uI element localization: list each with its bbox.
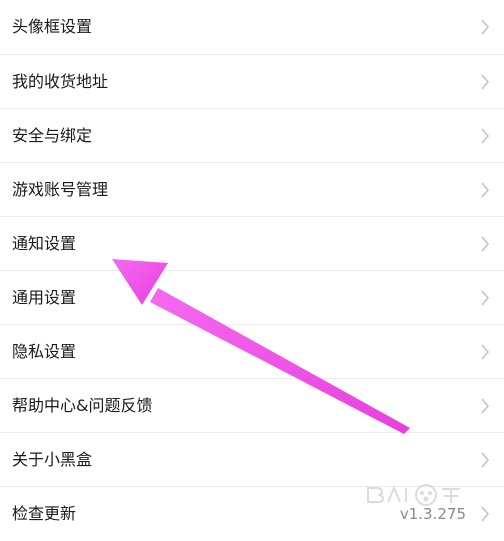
settings-list: 头像框设置 我的收货地址 安全与绑定 游戏账号管理 通知设置 通用设置 隐私设置… <box>0 0 504 541</box>
settings-item-label: 头像框设置 <box>12 17 93 36</box>
settings-item-game-accounts[interactable]: 游戏账号管理 <box>0 163 504 217</box>
settings-item-security[interactable]: 安全与绑定 <box>0 109 504 163</box>
chevron-right-icon <box>481 398 490 414</box>
chevron-right-icon <box>481 452 490 468</box>
settings-item-label: 帮助中心&问题反馈 <box>12 396 153 415</box>
settings-item-avatar-frame[interactable]: 头像框设置 <box>0 0 504 55</box>
settings-item-shipping-address[interactable]: 我的收货地址 <box>0 55 504 109</box>
watermark-logo <box>367 484 460 506</box>
chevron-right-icon <box>481 290 490 306</box>
settings-item-label: 通知设置 <box>12 234 77 253</box>
settings-item-label: 游戏账号管理 <box>12 180 109 199</box>
chevron-right-icon <box>481 506 490 522</box>
chevron-right-icon <box>481 182 490 198</box>
chevron-right-icon <box>481 344 490 360</box>
settings-item-privacy[interactable]: 隐私设置 <box>0 325 504 379</box>
chevron-right-icon <box>481 74 490 90</box>
settings-item-general[interactable]: 通用设置 <box>0 271 504 325</box>
chevron-right-icon <box>481 128 490 144</box>
settings-item-label: 检查更新 <box>12 504 77 523</box>
settings-item-label: 关于小黑盒 <box>12 450 93 469</box>
settings-item-notifications[interactable]: 通知设置 <box>0 217 504 271</box>
settings-item-label: 隐私设置 <box>12 342 77 361</box>
settings-item-label: 我的收货地址 <box>12 72 109 91</box>
settings-item-label: 通用设置 <box>12 288 77 307</box>
settings-item-about[interactable]: 关于小黑盒 <box>0 433 504 487</box>
chevron-right-icon <box>481 19 490 35</box>
settings-item-help-feedback[interactable]: 帮助中心&问题反馈 <box>0 379 504 433</box>
settings-item-label: 安全与绑定 <box>12 126 93 145</box>
chevron-right-icon <box>481 236 490 252</box>
